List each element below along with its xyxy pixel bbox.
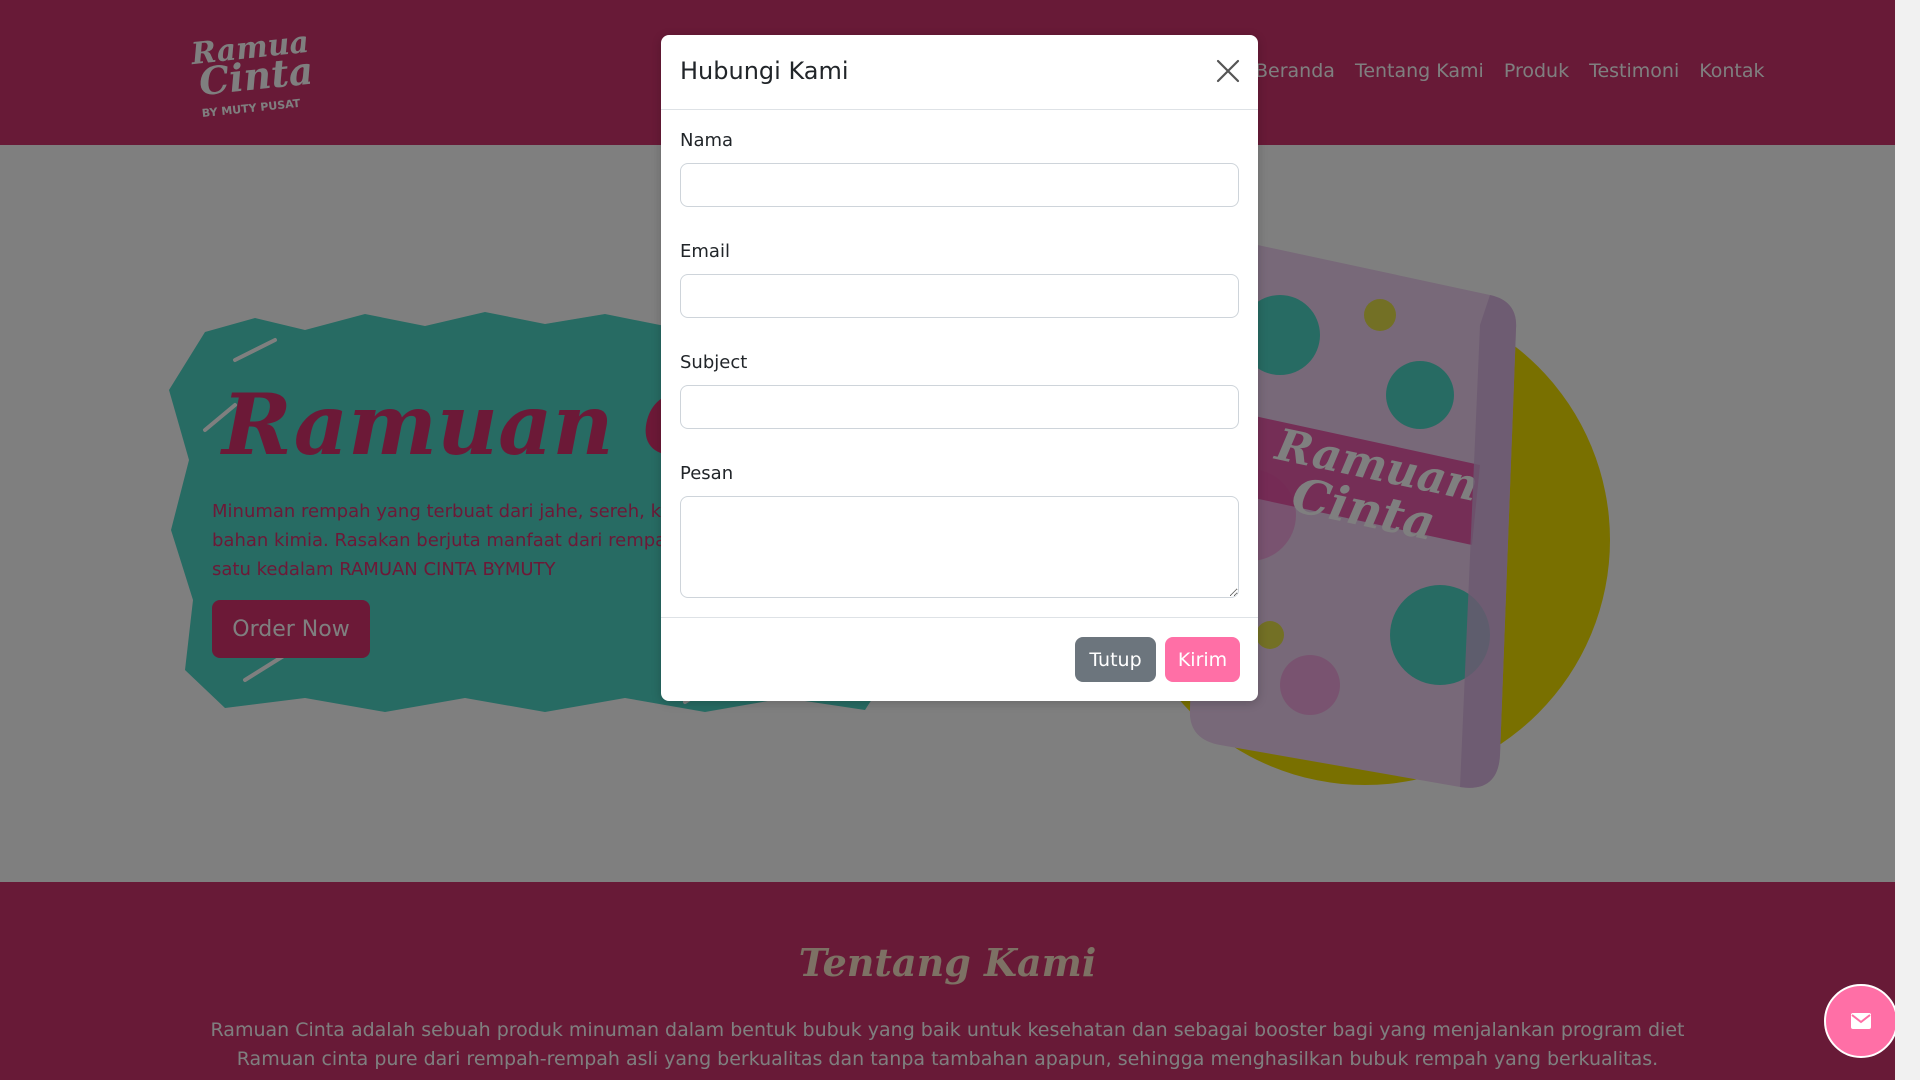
contact-modal: Hubungi Kami Nama Email Subject Pesan Tu… bbox=[661, 35, 1258, 701]
close-button[interactable]: Tutup bbox=[1075, 637, 1156, 682]
subject-input[interactable] bbox=[680, 385, 1239, 429]
page: Ramuan Cinta BY MUTY PUSAT Beranda Tenta… bbox=[0, 0, 1895, 1080]
email-input[interactable] bbox=[680, 274, 1239, 318]
close-icon bbox=[1216, 59, 1240, 83]
subject-label: Subject bbox=[680, 352, 748, 373]
message-label: Pesan bbox=[680, 463, 734, 484]
name-input[interactable] bbox=[680, 163, 1239, 207]
message-textarea[interactable] bbox=[680, 496, 1239, 598]
send-button[interactable]: Kirim bbox=[1165, 637, 1240, 682]
email-label: Email bbox=[680, 241, 730, 262]
modal-title: Hubungi Kami bbox=[680, 57, 849, 85]
modal-header: Hubungi Kami bbox=[661, 35, 1258, 110]
envelope-icon bbox=[1851, 1013, 1871, 1029]
page-scrollbar[interactable] bbox=[1895, 0, 1920, 1080]
name-label: Nama bbox=[680, 130, 734, 151]
modal-close-button[interactable] bbox=[1214, 57, 1242, 85]
modal-footer: Tutup Kirim bbox=[661, 617, 1258, 702]
contact-floating-button[interactable] bbox=[1824, 984, 1895, 1058]
modal-body: Nama Email Subject Pesan bbox=[661, 110, 1258, 598]
